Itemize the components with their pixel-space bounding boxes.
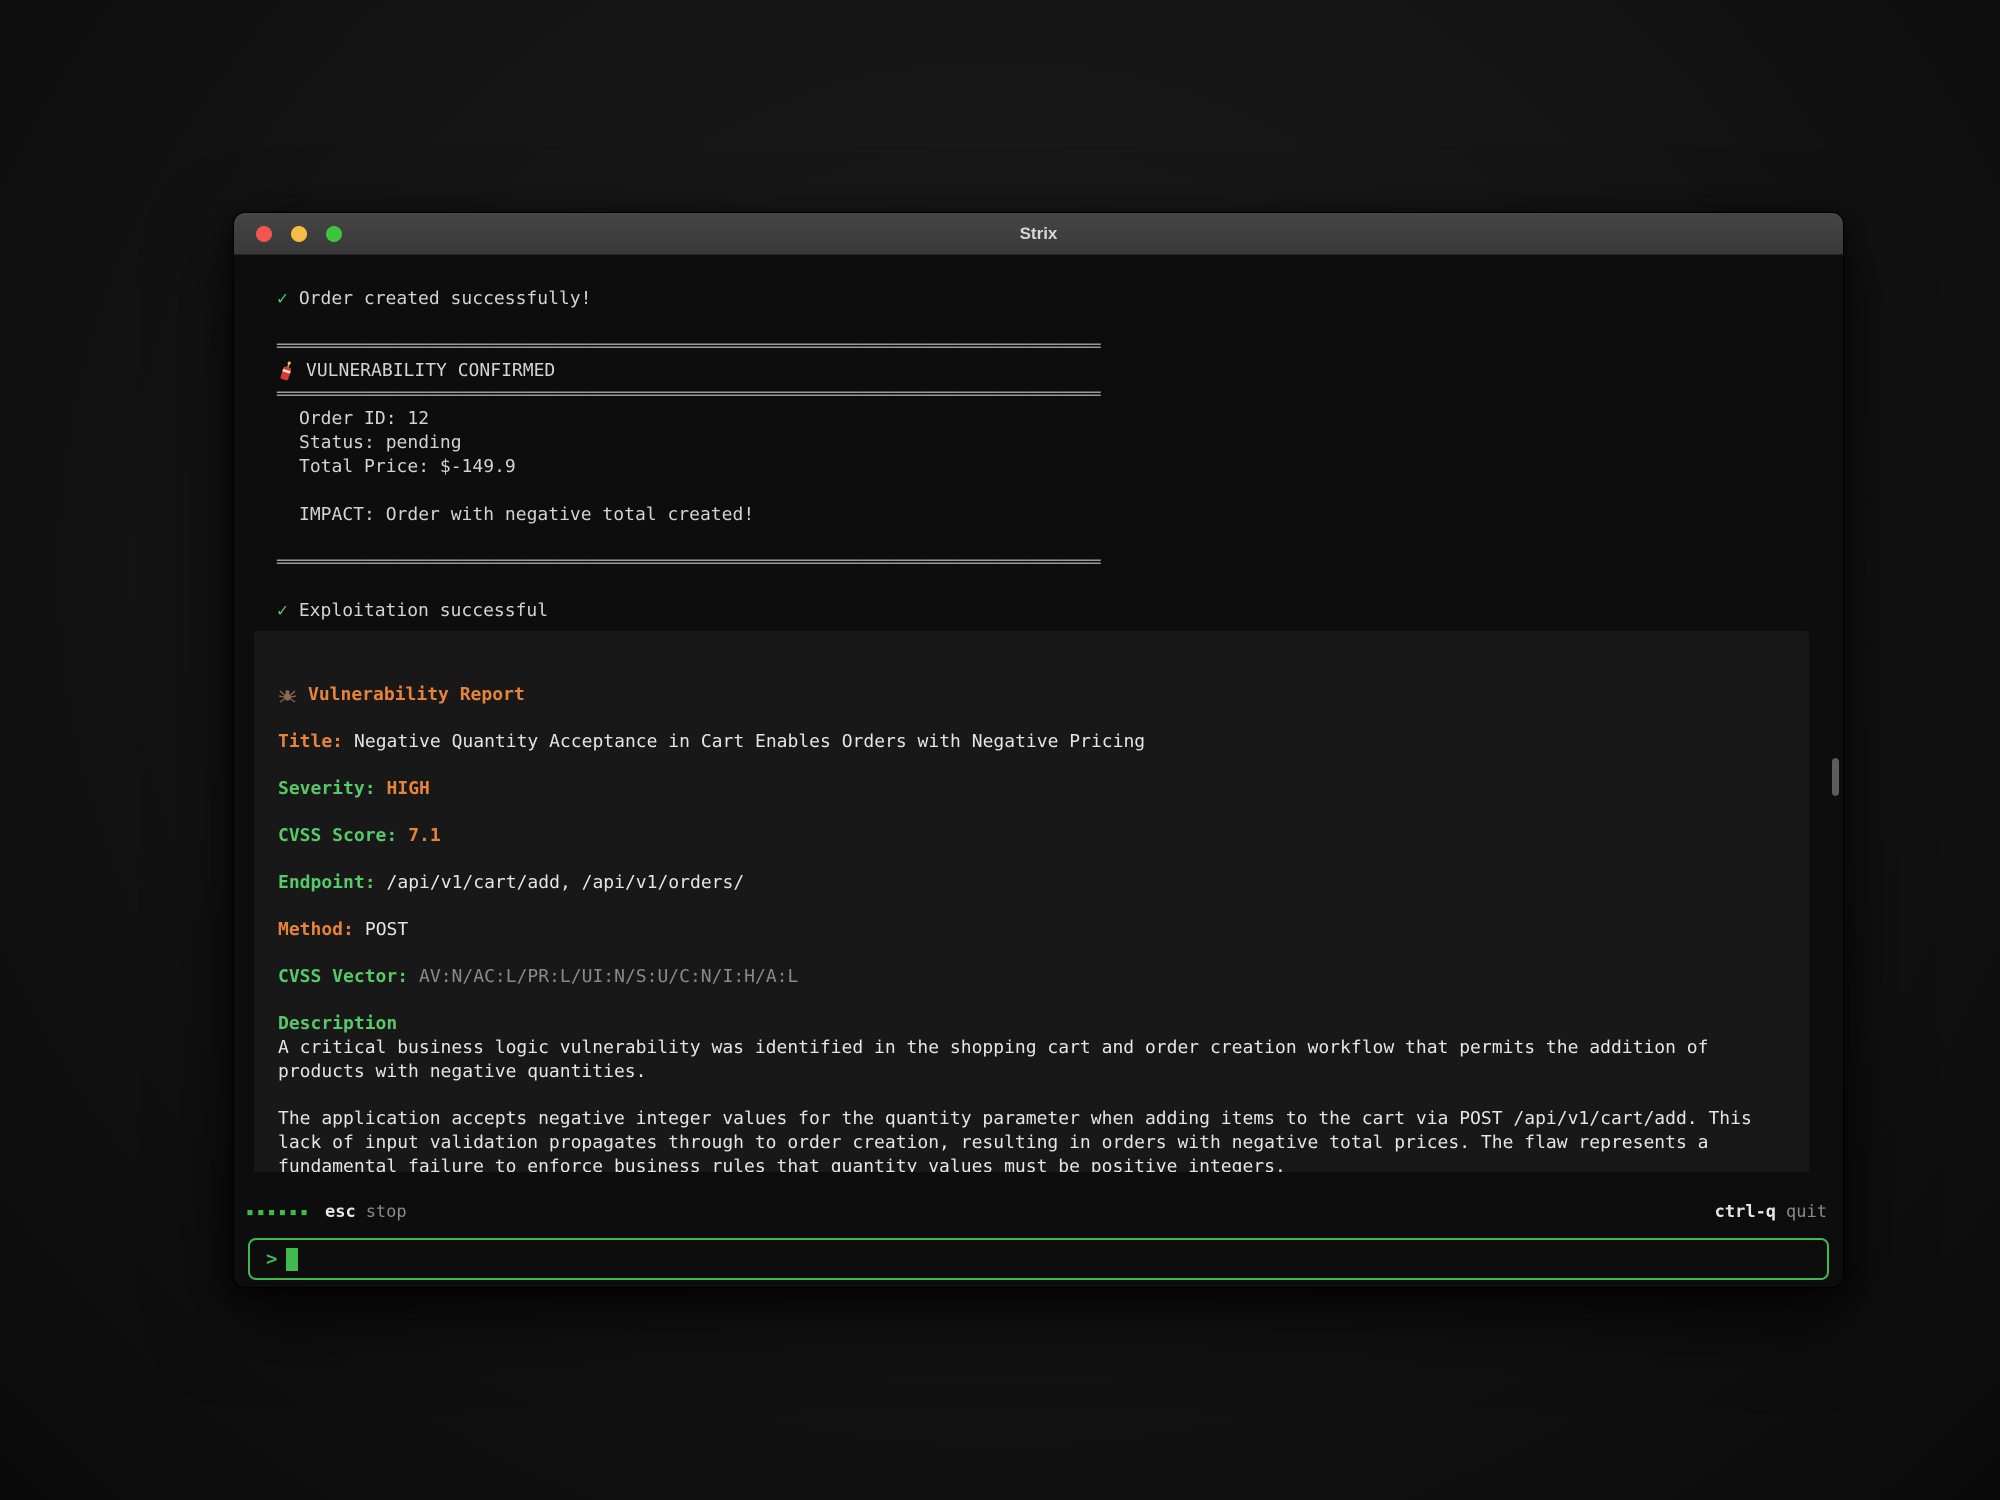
- esc-action-label: stop: [366, 1202, 407, 1222]
- title-value: Negative Quantity Acceptance in Cart Ena…: [354, 730, 1145, 754]
- dynamite-icon: [277, 359, 295, 383]
- cvss-label: CVSS Score:: [278, 824, 397, 848]
- description-paragraph-2: The application accepts negative integer…: [278, 1107, 1774, 1172]
- prompt-symbol: >: [266, 1248, 277, 1270]
- cvss-value: 7.1: [408, 824, 441, 848]
- strix-window: Strix ✓ Order created successfully! ═════…: [233, 212, 1844, 1288]
- vector-label: CVSS Vector:: [278, 965, 408, 989]
- report-heading-row: Vulnerability Report: [278, 683, 1774, 707]
- total-price-line: Total Price: $-149.9: [234, 455, 1843, 479]
- description-paragraph-1: A critical business logic vulnerability …: [278, 1036, 1774, 1084]
- exploitation-text: Exploitation successful: [299, 599, 548, 623]
- report-cvss-field: CVSS Score: 7.1: [278, 824, 1774, 848]
- separator-line: ════════════════════════════════════════…: [234, 335, 1843, 359]
- report-vector-field: CVSS Vector: AV:N/AC:L/PR:L/UI:N/S:U/C:N/…: [278, 965, 1774, 989]
- severity-value: HIGH: [387, 777, 430, 801]
- description-heading: Description: [278, 1012, 1774, 1036]
- endpoint-value: /api/v1/cart/add, /api/v1/orders/: [387, 871, 745, 895]
- report-title-field: Title: Negative Quantity Acceptance in Ca…: [278, 730, 1774, 754]
- check-icon: ✓: [277, 599, 288, 623]
- vector-value: AV:N/AC:L/PR:L/UI:N/S:U/C:N/I:H/A:L: [419, 965, 798, 989]
- esc-key-hint: esc: [325, 1202, 356, 1222]
- window-title: Strix: [234, 224, 1843, 244]
- command-input[interactable]: >: [248, 1238, 1829, 1280]
- spider-icon: [278, 686, 297, 705]
- quit-key-hint: ctrl-q: [1715, 1202, 1776, 1222]
- endpoint-label: Endpoint:: [278, 871, 376, 895]
- exploitation-line: ✓ Exploitation successful: [234, 599, 1843, 623]
- report-endpoint-field: Endpoint: /api/v1/cart/add, /api/v1/order…: [278, 871, 1774, 895]
- order-created-text: Order created successfully!: [299, 287, 592, 311]
- order-id-line: Order ID: 12: [234, 407, 1843, 431]
- vulnerability-confirmed-line: VULNERABILITY CONFIRMED: [234, 359, 1843, 383]
- report-method-field: Method: POST: [278, 918, 1774, 942]
- severity-label: Severity:: [278, 777, 376, 801]
- method-value: POST: [365, 918, 408, 942]
- vulnerability-confirmed-text: VULNERABILITY CONFIRMED: [306, 359, 555, 383]
- report-severity-field: Severity: HIGH: [278, 777, 1774, 801]
- text-cursor: [286, 1248, 298, 1271]
- status-right: ctrl-q quit: [1715, 1202, 1827, 1222]
- status-left: ▪▪▪▪▪▪ esc stop: [246, 1202, 407, 1222]
- impact-line: IMPACT: Order with negative total create…: [234, 503, 1843, 527]
- order-created-line: ✓ Order created successfully!: [234, 287, 1843, 311]
- separator-line: ════════════════════════════════════════…: [234, 551, 1843, 575]
- title-label: Title:: [278, 730, 343, 754]
- status-bar: ▪▪▪▪▪▪ esc stop ctrl-q quit: [234, 1199, 1843, 1225]
- window-titlebar[interactable]: Strix: [234, 213, 1843, 255]
- separator-line: ════════════════════════════════════════…: [234, 383, 1843, 407]
- report-heading: Vulnerability Report: [308, 683, 525, 707]
- check-icon: ✓: [277, 287, 288, 311]
- quit-action-label: quit: [1786, 1202, 1827, 1222]
- spinner-dots: ▪▪▪▪▪▪: [246, 1205, 315, 1220]
- method-label: Method:: [278, 918, 354, 942]
- scrollbar-thumb[interactable]: [1832, 758, 1839, 796]
- desktop-background: Strix ✓ Order created successfully! ═════…: [0, 0, 2000, 1500]
- order-status-line: Status: pending: [234, 431, 1843, 455]
- vulnerability-report-panel: Vulnerability Report Title: Negative Quan…: [254, 631, 1809, 1172]
- terminal-output: ✓ Order created successfully! ═══════════…: [234, 255, 1843, 1172]
